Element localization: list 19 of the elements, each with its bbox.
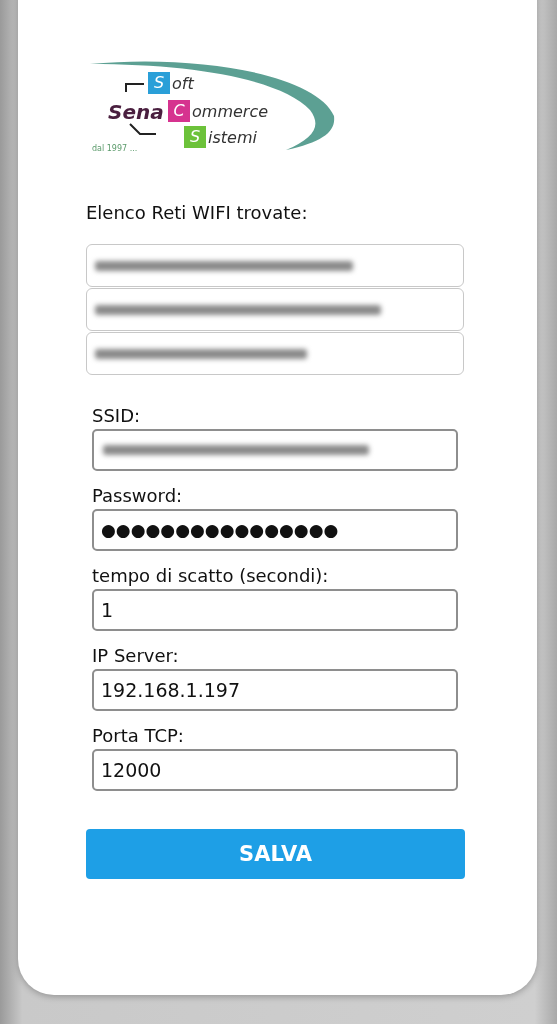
input-field[interactable]: 12000 xyxy=(92,749,458,791)
input-field[interactable] xyxy=(92,429,458,471)
list-title: Elenco Reti WIFI trovate: xyxy=(86,202,308,223)
field-label: IP Server: xyxy=(92,645,179,666)
logo-tagline: dal 1997 ... xyxy=(92,144,138,153)
network-item[interactable] xyxy=(86,244,464,287)
network-item[interactable] xyxy=(86,288,464,331)
logo-text: C ommerce xyxy=(168,100,269,122)
field-label: Porta TCP: xyxy=(92,725,184,746)
input-field[interactable]: 1 xyxy=(92,589,458,631)
field-label: tempo di scatto (secondi): xyxy=(92,565,329,586)
field-label: Password: xyxy=(92,485,183,506)
logo-text: S istemi xyxy=(184,126,257,148)
logo-text: S oft xyxy=(148,72,194,94)
field-label: SSID: xyxy=(92,405,141,426)
network-item[interactable] xyxy=(86,332,464,375)
input-field[interactable]: ●●●●●●●●●●●●●●●● xyxy=(92,509,458,551)
logo-text: Sena xyxy=(108,100,164,124)
input-field[interactable]: 192.168.1.197 xyxy=(92,669,458,711)
